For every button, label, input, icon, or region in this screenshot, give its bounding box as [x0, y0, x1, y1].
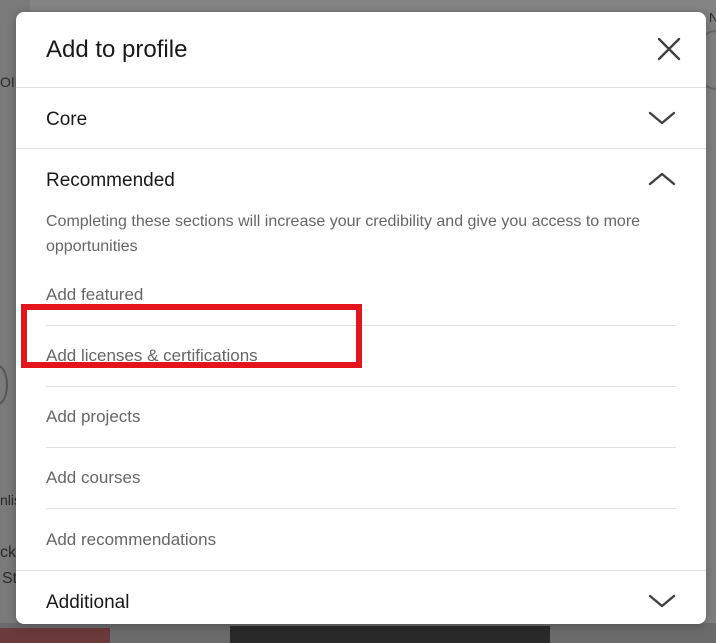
add-featured-link[interactable]: Add featured — [46, 265, 676, 326]
add-to-profile-modal: Add to profile Core Recommended Completi… — [16, 12, 706, 624]
recommended-items: Add featured Add licenses & certificatio… — [46, 265, 676, 570]
close-button[interactable] — [656, 36, 682, 62]
chevron-down-icon — [648, 594, 676, 608]
background-top-strip — [0, 0, 716, 10]
chevron-up-icon — [648, 172, 676, 186]
modal-title: Add to profile — [46, 36, 188, 63]
add-licenses-certifications-link[interactable]: Add licenses & certifications — [46, 326, 676, 387]
background-bottom-red — [0, 628, 110, 643]
section-recommended-header[interactable]: Recommended — [16, 149, 706, 209]
add-courses-link[interactable]: Add courses — [46, 448, 676, 509]
section-core: Core — [16, 88, 706, 149]
section-additional-header[interactable]: Additional — [16, 571, 706, 624]
close-icon — [657, 37, 681, 61]
section-title: Additional — [46, 592, 130, 613]
section-recommended: Recommended Completing these sections wi… — [16, 149, 706, 571]
modal-header: Add to profile — [16, 12, 706, 88]
section-title: Recommended — [46, 170, 175, 191]
chevron-down-icon — [648, 111, 676, 125]
section-description: Completing these sections will increase … — [46, 213, 641, 255]
background-bottom-dark — [230, 626, 550, 643]
background-text-fragment: N — [709, 10, 716, 25]
background-text-fragment: St — [2, 570, 18, 587]
background-text-fragment: ck — [0, 544, 16, 561]
add-recommendations-link[interactable]: Add recommendations — [46, 509, 676, 570]
add-projects-link[interactable]: Add projects — [46, 387, 676, 448]
section-additional: Additional — [16, 571, 706, 624]
section-core-header[interactable]: Core — [16, 88, 706, 148]
section-title: Core — [46, 109, 88, 130]
